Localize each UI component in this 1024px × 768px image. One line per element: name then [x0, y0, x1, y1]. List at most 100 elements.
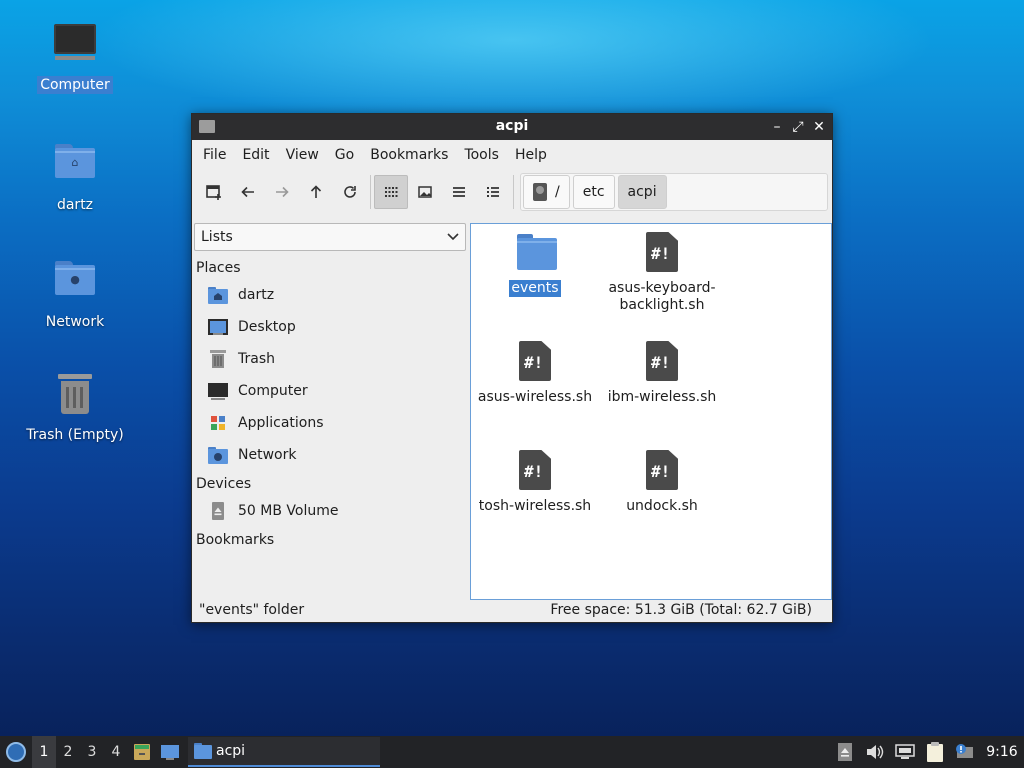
breadcrumb-acpi[interactable]: acpi: [617, 175, 667, 209]
file-manager-launcher[interactable]: [128, 736, 156, 768]
menu-go[interactable]: Go: [327, 147, 362, 163]
file-manager-window: acpi – ⤢ ✕ File Edit View Go Bookmarks T…: [191, 113, 833, 623]
shell-script-icon: #!: [644, 232, 680, 272]
section-devices: Devices: [196, 476, 252, 492]
eject-drive-icon: [208, 501, 228, 521]
desktop-icon: [161, 745, 179, 760]
workspace-3[interactable]: 3: [80, 736, 104, 768]
desktop-icon-dartz[interactable]: ⌂ dartz: [15, 136, 135, 214]
desktop-icon: [208, 317, 228, 337]
desktop-icon-label: dartz: [56, 197, 94, 213]
menu-view[interactable]: View: [278, 147, 327, 163]
start-menu-button[interactable]: [0, 736, 32, 768]
toolbar-separator: [370, 175, 371, 209]
file-item-events[interactable]: events: [471, 232, 599, 297]
clipboard-button[interactable]: [920, 736, 950, 768]
thumbnail-view-button[interactable]: [408, 175, 442, 209]
compact-view-button[interactable]: [442, 175, 476, 209]
status-bar: "events" folder Free space: 51.3 GiB (To…: [192, 598, 832, 622]
workspace-4[interactable]: 4: [104, 736, 128, 768]
reload-button[interactable]: [333, 175, 367, 209]
menu-tools[interactable]: Tools: [456, 147, 507, 163]
computer-icon: [208, 381, 228, 401]
home-folder-icon: ⌂: [51, 144, 99, 192]
shell-script-icon: #!: [517, 450, 553, 490]
task-button-acpi[interactable]: acpi: [188, 737, 380, 767]
file-view[interactable]: events #! asus-keyboard-backlight.sh #! …: [470, 223, 832, 600]
breadcrumb-root[interactable]: /: [523, 175, 570, 209]
folder-icon: [517, 232, 557, 272]
forward-arrow-icon: [276, 186, 289, 198]
chevron-down-icon: [447, 233, 459, 241]
desktop-icon-computer[interactable]: Computer: [15, 18, 135, 94]
forward-button[interactable]: [265, 175, 299, 209]
sidebar-item-trash[interactable]: Trash: [194, 343, 466, 375]
sidebar-item-computer[interactable]: Computer: [194, 375, 466, 407]
desktop-icon-label: Trash (Empty): [26, 427, 124, 443]
desktop-icon-network[interactable]: ● Network: [15, 253, 135, 331]
sidebar-item-dartz[interactable]: dartz: [194, 279, 466, 311]
notification-button[interactable]: [950, 736, 980, 768]
lubuntu-logo-icon: [6, 742, 26, 762]
clipboard-icon: [927, 742, 943, 762]
desktop-icon-trash[interactable]: Trash (Empty): [15, 370, 135, 444]
sidebar-item-label: Applications: [238, 415, 324, 431]
detailed-list-view-icon: [487, 187, 499, 197]
sidebar-item-network[interactable]: Network: [194, 439, 466, 471]
back-button[interactable]: [231, 175, 265, 209]
sidebar: Lists Places dartz Desktop Trash Compute…: [194, 223, 466, 599]
eject-button[interactable]: [830, 736, 860, 768]
sidebar-item-label: Network: [238, 447, 297, 463]
file-item-asus-keyboard-backlight[interactable]: #! asus-keyboard-backlight.sh: [598, 232, 726, 314]
breadcrumb-label: /: [555, 184, 560, 200]
close-button[interactable]: ✕: [809, 117, 829, 137]
menu-help[interactable]: Help: [507, 147, 555, 163]
compact-view-icon: [453, 187, 465, 197]
volume-button[interactable]: [860, 736, 890, 768]
maximize-button[interactable]: ⤢: [788, 117, 808, 137]
breadcrumb-label: etc: [582, 184, 605, 200]
eject-icon: [838, 743, 852, 761]
title-bar[interactable]: acpi – ⤢ ✕: [192, 114, 832, 140]
sidebar-item-label: dartz: [238, 287, 275, 303]
desktop-icon-label: Computer: [37, 76, 113, 94]
trash-icon: [51, 374, 99, 422]
sidebar-item-label: 50 MB Volume: [238, 503, 339, 519]
file-name: asus-wireless.sh: [477, 389, 593, 405]
menu-bar: File Edit View Go Bookmarks Tools Help: [192, 140, 832, 170]
show-desktop-launcher[interactable]: [156, 736, 184, 768]
network-folder-icon: ●: [51, 261, 99, 309]
detailed-list-view-button[interactable]: [476, 175, 510, 209]
file-item-asus-wireless[interactable]: #! asus-wireless.sh: [471, 341, 599, 406]
up-button[interactable]: [299, 175, 333, 209]
volume-icon: [867, 745, 884, 759]
workspace-2[interactable]: 2: [56, 736, 80, 768]
thumbnail-view-icon: [418, 186, 432, 198]
network-icon: [895, 744, 915, 759]
file-item-tosh-wireless[interactable]: #! tosh-wireless.sh: [471, 450, 599, 515]
minimize-button[interactable]: –: [767, 117, 787, 137]
sidebar-item-volume[interactable]: 50 MB Volume: [194, 495, 466, 527]
menu-file[interactable]: File: [195, 147, 234, 163]
icon-view-button[interactable]: [374, 175, 408, 209]
file-item-ibm-wireless[interactable]: #! ibm-wireless.sh: [598, 341, 726, 406]
back-arrow-icon: [241, 186, 254, 198]
sidebar-item-applications[interactable]: Applications: [194, 407, 466, 439]
breadcrumb-etc[interactable]: etc: [572, 175, 615, 209]
side-pane-mode-select[interactable]: Lists: [194, 223, 466, 251]
file-name: asus-keyboard-backlight.sh: [608, 280, 716, 313]
sidebar-item-label: Trash: [238, 351, 275, 367]
file-item-undock[interactable]: #! undock.sh: [598, 450, 726, 515]
shell-script-icon: #!: [517, 341, 553, 381]
clock[interactable]: 9:16: [980, 744, 1024, 760]
file-cabinet-icon: [134, 744, 150, 760]
side-pane-mode-value: Lists: [201, 229, 233, 245]
workspace-1[interactable]: 1: [32, 736, 56, 768]
sidebar-item-desktop[interactable]: Desktop: [194, 311, 466, 343]
menu-bookmarks[interactable]: Bookmarks: [362, 147, 456, 163]
menu-edit[interactable]: Edit: [234, 147, 277, 163]
network-button[interactable]: [890, 736, 920, 768]
task-label: acpi: [216, 743, 246, 759]
new-tab-button[interactable]: [197, 175, 231, 209]
shell-script-icon: #!: [644, 450, 680, 490]
